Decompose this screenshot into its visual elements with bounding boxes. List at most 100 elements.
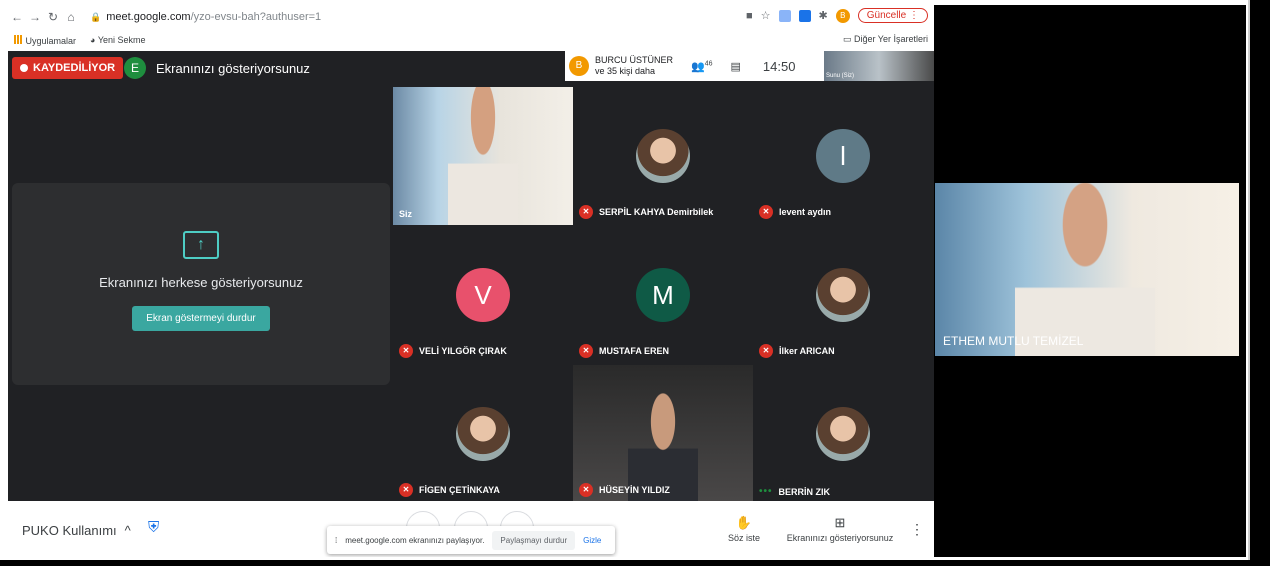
presenting-label: Ekranınızı gösteriyorsunuz — [156, 60, 310, 76]
bookmark-label: Uygulamalar — [25, 35, 77, 46]
participants-line2: ve 35 kişi daha — [595, 66, 656, 76]
meet-stage: KAYDEDİLİYOR E Ekranınızı gösteriyorsunu… — [8, 51, 934, 503]
raise-hand-button[interactable]: ✋ Söz iste — [720, 515, 768, 543]
star-icon[interactable]: ☆ — [761, 9, 771, 22]
participant-photo — [636, 129, 690, 183]
presenter-avatar: E — [124, 57, 146, 79]
present-label: Ekranınızı gösteriyorsunuz — [786, 533, 894, 543]
tile-label: ✕ İlker ARICAN — [759, 344, 835, 358]
reload-icon[interactable]: ↻ — [44, 10, 62, 24]
stop-sharing-button[interactable]: Ekran göstermeyi durdur — [132, 306, 270, 331]
clock: 14:50 — [762, 58, 796, 74]
recording-label: KAYDEDİLİYOR — [33, 62, 116, 74]
home-icon[interactable]: ⌂ — [62, 10, 80, 24]
sharing-banner: ⁞ meet.google.com ekranınızı paylaşıyor.… — [327, 526, 615, 554]
recording-badge: KAYDEDİLİYOR — [12, 57, 124, 79]
participant-name: BERRİN ZIK — [778, 486, 831, 497]
participant-name: HÜSEYİN YILDIZ — [599, 485, 670, 495]
stop-sharing-banner-button[interactable]: Paylaşmayı durdur — [492, 530, 576, 550]
hand-icon: ✋ — [735, 515, 753, 530]
puzzle-icon[interactable]: ✱ — [819, 9, 828, 22]
participant-photo — [816, 407, 870, 461]
participant-tile[interactable]: ✕ SERPİL KAHYA Demirbilek — [573, 87, 753, 225]
mic-off-icon: ✕ — [579, 483, 593, 497]
record-dot-icon — [20, 64, 28, 72]
participant-tile[interactable]: V ✕ VELİ YILGÖR ÇIRAK — [393, 226, 573, 364]
hide-banner-button[interactable]: Gizle — [583, 536, 601, 545]
speaking-icon: ••• — [759, 486, 773, 497]
meeting-details[interactable]: PUKO Kullanımı ^ — [22, 523, 131, 538]
raise-hand-label: Söz iste — [727, 533, 760, 543]
participant-photo — [456, 407, 510, 461]
mic-off-icon: ✕ — [579, 205, 593, 219]
participant-tile[interactable]: l ✕ levent aydın — [753, 87, 933, 225]
apps-grid-icon — [14, 34, 23, 44]
present-button[interactable]: ⊞ Ekranınızı gösteriyorsunuz — [784, 515, 896, 543]
people-button[interactable]: 👥46 — [691, 60, 713, 73]
participant-name: İlker ARICAN — [779, 346, 835, 356]
tile-label: ✕ MUSTAFA EREN — [579, 344, 669, 358]
mic-off-icon: ✕ — [759, 205, 773, 219]
participant-initial: l — [816, 129, 870, 183]
tile-label: ✕ SERPİL KAHYA Demirbilek — [579, 205, 713, 219]
bookmark-new-tab[interactable]: ◕ Yeni Sekme — [90, 35, 145, 45]
other-bookmarks-label: Diğer Yer İşaretleri — [853, 34, 928, 44]
update-button[interactable]: Güncelle ⋮ — [857, 8, 928, 23]
participant-tile[interactable]: ••• BERRİN ZIK — [753, 365, 933, 503]
extension-icon[interactable] — [778, 9, 791, 22]
thumb-label: Sunu (Siz) — [826, 73, 855, 79]
back-icon[interactable]: ← — [8, 10, 26, 24]
bookmark-apps[interactable]: Uygulamalar — [14, 34, 77, 46]
present-screen-icon: ↑ — [183, 231, 219, 259]
participant-photo — [816, 268, 870, 322]
participant-tile[interactable]: ✕ FİGEN ÇETİNKAYA — [393, 365, 573, 503]
participant-video — [1015, 183, 1155, 356]
tile-label: ✕ HÜSEYİN YILDIZ — [579, 483, 670, 497]
camera-icon[interactable]: ■ — [746, 10, 753, 22]
tile-label: ✕ VELİ YILGÖR ÇIRAK — [399, 344, 507, 358]
share-title: Ekranınızı herkese gösteriyorsunuz — [99, 275, 303, 290]
chevron-up-icon: ^ — [124, 523, 131, 538]
participant-initial: V — [456, 268, 510, 322]
participant-name: MUSTAFA EREN — [599, 346, 670, 356]
other-bookmarks[interactable]: ▭ Diğer Yer İşaretleri — [843, 34, 928, 45]
window-frame: ← → ↻ ⌂ 🔒 meet.google.com/yzo-evsu-bah?a… — [0, 0, 1250, 560]
participant-tile[interactable]: ✕ İlker ARICAN — [753, 226, 933, 364]
people-count: 46 — [704, 59, 713, 67]
participant-tile[interactable]: ✕ HÜSEYİN YILDIZ — [573, 365, 753, 503]
tile-label: ••• BERRİN ZIK — [759, 486, 830, 497]
toolbar-right: ■ ☆ ✱ B Güncelle ⋮ — [746, 8, 928, 23]
lock-icon: 🔒 — [90, 11, 102, 22]
url-path: /yzo-evsu-bah?authuser=1 — [190, 11, 322, 23]
screen-share-panel: ↑ Ekranınızı herkese gösteriyorsunuz Ekr… — [12, 183, 390, 385]
bookmark-label: Yeni Sekme — [97, 35, 146, 45]
screen: ← → ↻ ⌂ 🔒 meet.google.com/yzo-evsu-bah?a… — [8, 5, 1246, 557]
participant-name: SERPİL KAHYA Demirbilek — [599, 207, 714, 217]
participant-name: Siz — [399, 209, 413, 219]
url-host: meet.google.com — [106, 11, 191, 23]
participant-tile[interactable]: M ✕ MUSTAFA EREN — [573, 226, 753, 364]
meeting-title: PUKO Kullanımı — [22, 523, 117, 538]
drag-handle-icon[interactable]: ⁞ — [335, 536, 337, 545]
side-video-name: ETHEM MUTLU TEMİZEL — [943, 334, 1084, 348]
participant-avatar: B — [569, 56, 589, 76]
participant-initial: M — [636, 268, 690, 322]
address-bar[interactable]: 🔒 meet.google.com/yzo-evsu-bah?authuser=… — [90, 11, 321, 23]
shield-icon[interactable]: ⛨ — [148, 519, 166, 541]
participant-tile[interactable]: Siz — [393, 87, 573, 225]
chat-icon[interactable]: ▤ — [731, 60, 741, 73]
bookmarks-bar: Uygulamalar ◕ Yeni Sekme ▭ Diğer Yer İşa… — [8, 31, 934, 49]
mic-off-icon: ✕ — [759, 344, 773, 358]
mic-off-icon: ✕ — [399, 344, 413, 358]
participant-name: levent aydın — [779, 207, 832, 217]
mic-off-icon: ✕ — [399, 483, 413, 497]
sharing-text: meet.google.com ekranınızı paylaşıyor. — [345, 535, 485, 545]
self-thumbnail[interactable]: Sunu (Siz) — [824, 51, 934, 81]
extension-icon[interactable] — [798, 9, 811, 22]
more-options-icon[interactable]: ⋮ — [910, 521, 924, 538]
profile-avatar[interactable]: B — [835, 8, 850, 23]
participants-line1: BURCU ÜSTÜNER — [595, 55, 674, 65]
forward-icon[interactable]: → — [26, 10, 44, 24]
tile-label: Siz — [399, 209, 412, 219]
update-label: Güncelle — [866, 10, 907, 21]
